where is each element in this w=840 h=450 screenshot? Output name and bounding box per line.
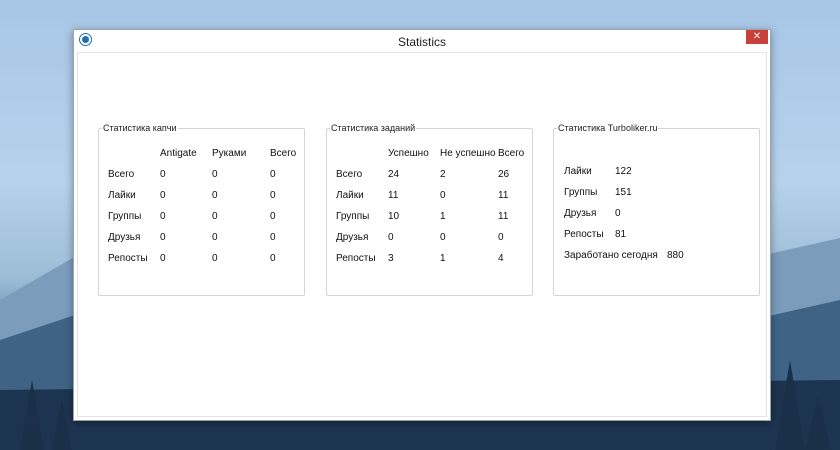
captcha-cell: 0	[160, 190, 166, 201]
captcha-cell: 0	[160, 169, 166, 180]
captcha-cell: 0	[212, 253, 218, 264]
task-cell: 24	[388, 169, 400, 180]
window-title: Statistics	[397, 35, 446, 49]
task-col-header: Успешно	[388, 148, 429, 159]
captcha-row-label: Репосты	[108, 253, 148, 264]
task-stats-group: Статистика заданий Успешно Не успешно Вс…	[326, 123, 533, 296]
turboliker-row-label: Репосты	[564, 229, 604, 240]
captcha-cell: 0	[212, 211, 218, 222]
task-cell: 3	[388, 253, 394, 264]
captcha-stats-group: Статистика капчи Antigate Руками Всего В…	[98, 123, 305, 296]
captcha-cell: 0	[160, 232, 166, 243]
window-client-area: Статистика капчи Antigate Руками Всего В…	[77, 52, 767, 417]
turboliker-value: 0	[615, 208, 621, 219]
task-cell: 10	[388, 211, 400, 222]
turboliker-stats-title: Статистика Turboliker.ru	[557, 123, 659, 133]
turboliker-value: 122	[615, 166, 632, 177]
turboliker-value: 151	[615, 187, 632, 198]
task-cell: 1	[440, 211, 446, 222]
task-cell: 0	[440, 232, 446, 243]
captcha-cell: 0	[270, 211, 276, 222]
captcha-cell: 0	[212, 169, 218, 180]
task-row-label: Репосты	[336, 253, 376, 264]
captcha-cell: 0	[270, 253, 276, 264]
task-cell: 0	[498, 232, 504, 243]
captcha-row-label: Лайки	[108, 190, 136, 201]
task-cell: 11	[498, 211, 509, 222]
captcha-cell: 0	[270, 232, 276, 243]
task-cell: 26	[498, 169, 510, 180]
captcha-row-label: Всего	[108, 169, 135, 180]
close-button[interactable]: ✕	[746, 30, 768, 44]
turboliker-stats-group: Статистика Turboliker.ru Лайки 122 Групп…	[553, 123, 760, 296]
task-row-label: Группы	[336, 211, 370, 222]
turboliker-row-label: Группы	[564, 187, 598, 198]
captcha-cell: 0	[212, 190, 218, 201]
task-cell: 0	[440, 190, 446, 201]
captcha-cell: 0	[160, 253, 166, 264]
captcha-col-header: Руками	[212, 148, 247, 159]
captcha-row-label: Друзья	[108, 232, 141, 243]
title-bar: Statistics ✕	[74, 30, 770, 52]
captcha-stats-title: Статистика капчи	[102, 123, 178, 133]
captcha-cell: 0	[160, 211, 166, 222]
turboliker-value: 81	[615, 229, 627, 240]
captcha-col-header: Antigate	[160, 148, 197, 159]
task-col-header: Всего	[498, 148, 525, 159]
task-row-label: Всего	[336, 169, 363, 180]
task-stats-title: Статистика заданий	[330, 123, 417, 133]
captcha-col-header: Всего	[270, 148, 297, 159]
earned-today-value: 880	[667, 250, 684, 261]
captcha-cell: 0	[270, 169, 276, 180]
turboliker-row-label: Друзья	[564, 208, 597, 219]
turboliker-row-label: Лайки	[564, 166, 592, 177]
task-cell: 2	[440, 169, 446, 180]
captcha-row-label: Группы	[108, 211, 142, 222]
captcha-cell: 0	[270, 190, 276, 201]
task-row-label: Друзья	[336, 232, 369, 243]
task-row-label: Лайки	[336, 190, 364, 201]
task-cell: 1	[440, 253, 446, 264]
earned-today-label: Заработано сегодня	[564, 250, 658, 261]
statistics-window: Statistics ✕ Статистика капчи Antigate Р…	[73, 29, 771, 421]
task-col-header: Не успешно	[440, 148, 496, 159]
task-cell: 0	[388, 232, 394, 243]
task-cell: 11	[388, 190, 399, 201]
task-cell: 11	[498, 190, 509, 201]
captcha-cell: 0	[212, 232, 218, 243]
task-cell: 4	[498, 253, 504, 264]
